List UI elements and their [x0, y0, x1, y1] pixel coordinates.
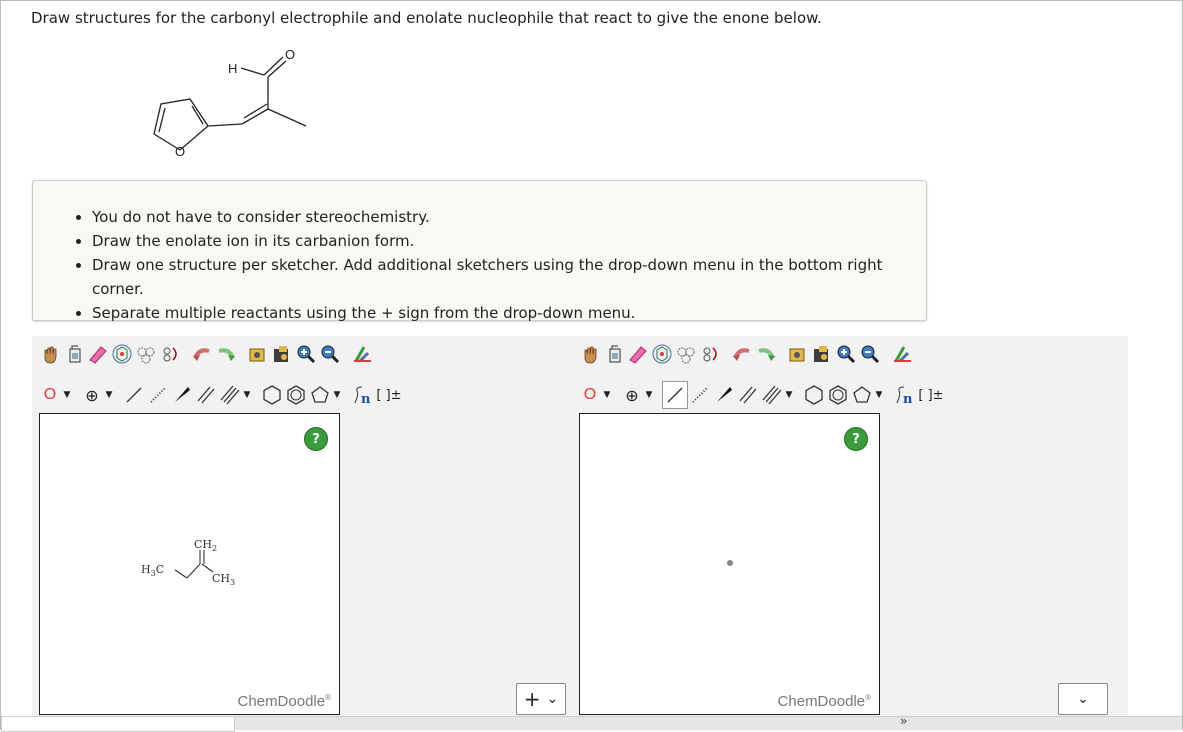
triple-bond-icon[interactable]: [218, 382, 242, 408]
instructions-box: You do not have to consider stereochemis…: [32, 180, 927, 322]
ring-oxygen-label: O: [175, 144, 185, 159]
charge-plus-icon[interactable]: ⊕: [620, 382, 644, 408]
wedge-bond-icon[interactable]: [712, 382, 736, 408]
charge-bracket-icon[interactable]: [ ]±: [916, 382, 946, 408]
cursor-dot: [727, 560, 733, 566]
redo-icon[interactable]: [214, 341, 238, 367]
sketcher-2-canvas[interactable]: ? ChemDoodle®: [579, 413, 880, 715]
instruction-item: Separate multiple reactants using the + …: [92, 301, 926, 325]
benzene-icon[interactable]: [826, 382, 850, 408]
eraser-icon[interactable]: [626, 341, 650, 367]
chevron-down-icon: ⌄: [546, 691, 559, 707]
cyclopentane-icon[interactable]: [850, 382, 874, 408]
charge-bracket-icon[interactable]: [ ]±: [374, 382, 404, 408]
sketcher-1-canvas[interactable]: ? CH2 H3C CH3 ChemDoodle®: [39, 413, 340, 715]
clean-structure-icon[interactable]: [890, 341, 914, 367]
ring-template-icon[interactable]: [650, 341, 674, 367]
sketcher-1-toolbar-top: [38, 339, 374, 369]
zoom-in-icon[interactable]: [294, 341, 318, 367]
chemdoodle-brand: ChemDoodle®: [237, 693, 331, 710]
h-atom-label: H: [228, 61, 237, 76]
wedge-bond-icon[interactable]: [170, 382, 194, 408]
sn-bracket-icon[interactable]: n: [350, 382, 374, 408]
charge-dropdown-arrow[interactable]: ▼: [644, 390, 654, 400]
charge-plus-icon[interactable]: ⊕: [80, 382, 104, 408]
svg-text:n: n: [903, 392, 913, 406]
single-bond-icon[interactable]: [662, 381, 688, 409]
bond-dropdown-arrow[interactable]: ▼: [784, 390, 794, 400]
instructions-list: You do not have to consider stereochemis…: [92, 205, 926, 325]
sketcher-2: O ▼ ⊕ ▼ ▼ ▼ n [ ]± ? ChemDoodle®: [572, 336, 944, 716]
instruction-item: Draw one structure per sketcher. Add add…: [92, 253, 926, 301]
cyclohexane-icon[interactable]: [802, 382, 826, 408]
ch2-label: CH2: [194, 538, 217, 553]
hashed-bond-icon[interactable]: [146, 382, 170, 408]
ring-template-icon[interactable]: [110, 341, 134, 367]
atom-label-button[interactable]: O: [578, 382, 602, 408]
undo-icon[interactable]: [730, 341, 754, 367]
clear-icon[interactable]: [62, 341, 86, 367]
help-button[interactable]: ?: [304, 427, 328, 451]
sketcher-1-toolbar-bottom: O ▼ ⊕ ▼ ▼ ▼ n [ ]±: [38, 380, 404, 410]
chevron-down-icon: ⌄: [1077, 691, 1089, 707]
lasso-icon[interactable]: [674, 341, 698, 367]
atom-dropdown-arrow[interactable]: ▼: [602, 390, 612, 400]
hand-icon[interactable]: [578, 341, 602, 367]
rotate-molecule-icon[interactable]: [698, 341, 722, 367]
sketcher-1: O ▼ ⊕ ▼ ▼ ▼ n [ ]± ? CH2 H3C CH3 ChemDoo…: [32, 336, 402, 716]
add-separator-dropdown[interactable]: + ⌄: [516, 683, 566, 715]
sketcher-area: O ▼ ⊕ ▼ ▼ ▼ n [ ]± ? CH2 H3C CH3 ChemDoo…: [32, 336, 1128, 716]
redo-icon[interactable]: [754, 341, 778, 367]
rotate-molecule-icon[interactable]: [158, 341, 182, 367]
ring-dropdown-arrow[interactable]: ▼: [332, 390, 342, 400]
single-bond-icon[interactable]: [122, 382, 146, 408]
enone-structure: H O O: [153, 47, 307, 159]
triple-bond-icon[interactable]: [760, 382, 784, 408]
instruction-item: Draw the enolate ion in its carbanion fo…: [92, 229, 926, 253]
help-button[interactable]: ?: [844, 427, 868, 451]
clear-icon[interactable]: [602, 341, 626, 367]
undo-icon[interactable]: [190, 341, 214, 367]
svg-text:n: n: [361, 392, 371, 406]
ch3-label: CH3: [212, 572, 235, 587]
copy-icon[interactable]: [786, 341, 810, 367]
paste-icon[interactable]: [810, 341, 834, 367]
sketcher-2-toolbar-top: [578, 339, 914, 369]
cyclopentane-icon[interactable]: [308, 382, 332, 408]
chemdoodle-brand: ChemDoodle®: [777, 693, 871, 710]
carbonyl-oxygen-label: O: [285, 47, 295, 62]
double-chevron-icon[interactable]: »: [900, 714, 907, 728]
atom-label-button[interactable]: O: [38, 382, 62, 408]
atom-dropdown-arrow[interactable]: ▼: [62, 390, 72, 400]
plus-icon: +: [523, 687, 541, 711]
clean-structure-icon[interactable]: [350, 341, 374, 367]
zoom-out-icon[interactable]: [318, 341, 342, 367]
instruction-item: You do not have to consider stereochemis…: [92, 205, 926, 229]
benzene-icon[interactable]: [284, 382, 308, 408]
double-bond-icon[interactable]: [736, 382, 760, 408]
zoom-in-icon[interactable]: [834, 341, 858, 367]
cyclohexane-icon[interactable]: [260, 382, 284, 408]
copy-icon[interactable]: [246, 341, 270, 367]
sketcher-2-toolbar-bottom: O ▼ ⊕ ▼ ▼ ▼ n [ ]±: [578, 380, 946, 410]
sn-bracket-icon[interactable]: n: [892, 382, 916, 408]
charge-dropdown-arrow[interactable]: ▼: [104, 390, 114, 400]
drawn-molecule: CH2 H3C CH3: [141, 538, 235, 587]
bond-dropdown-arrow[interactable]: ▼: [242, 390, 252, 400]
hashed-bond-icon[interactable]: [688, 382, 712, 408]
hand-icon[interactable]: [38, 341, 62, 367]
ring-dropdown-arrow[interactable]: ▼: [874, 390, 884, 400]
eraser-icon[interactable]: [86, 341, 110, 367]
add-sketcher-dropdown[interactable]: ⌄: [1058, 683, 1108, 715]
double-bond-icon[interactable]: [194, 382, 218, 408]
zoom-out-icon[interactable]: [858, 341, 882, 367]
question-text: Draw structures for the carbonyl electro…: [31, 9, 822, 27]
paste-icon[interactable]: [270, 341, 294, 367]
lasso-icon[interactable]: [134, 341, 158, 367]
h3c-label: H3C: [141, 563, 164, 578]
